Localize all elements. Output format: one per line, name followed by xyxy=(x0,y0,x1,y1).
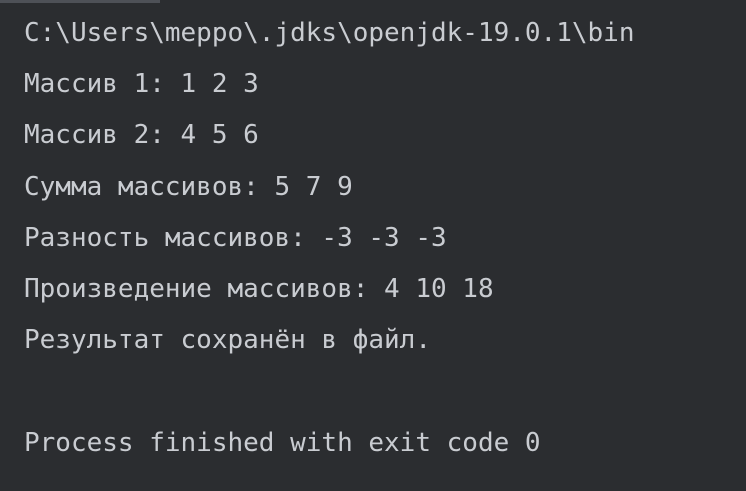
output-line-product: Произведение массивов: 4 10 18 xyxy=(24,273,494,304)
run-console-output: C:\Users\meppo\.jdks\openjdk-19.0.1\bin … xyxy=(0,0,746,491)
output-line-saved: Результат сохранён в файл. xyxy=(24,325,431,356)
exit-message: Process finished with exit code 0 xyxy=(24,427,541,458)
output-line-difference: Разность массивов: -3 -3 -3 xyxy=(24,222,447,253)
output-line-sum: Сумма массивов: 5 7 9 xyxy=(24,171,353,202)
console-lines: C:\Users\meppo\.jdks\openjdk-19.0.1\bin … xyxy=(24,14,746,475)
output-line-array-2: Массив 2: 4 5 6 xyxy=(24,120,259,151)
command-line: C:\Users\meppo\.jdks\openjdk-19.0.1\bin xyxy=(24,18,635,48)
tab-indicator xyxy=(0,0,160,3)
output-line-array-1: Массив 1: 1 2 3 xyxy=(24,69,259,100)
